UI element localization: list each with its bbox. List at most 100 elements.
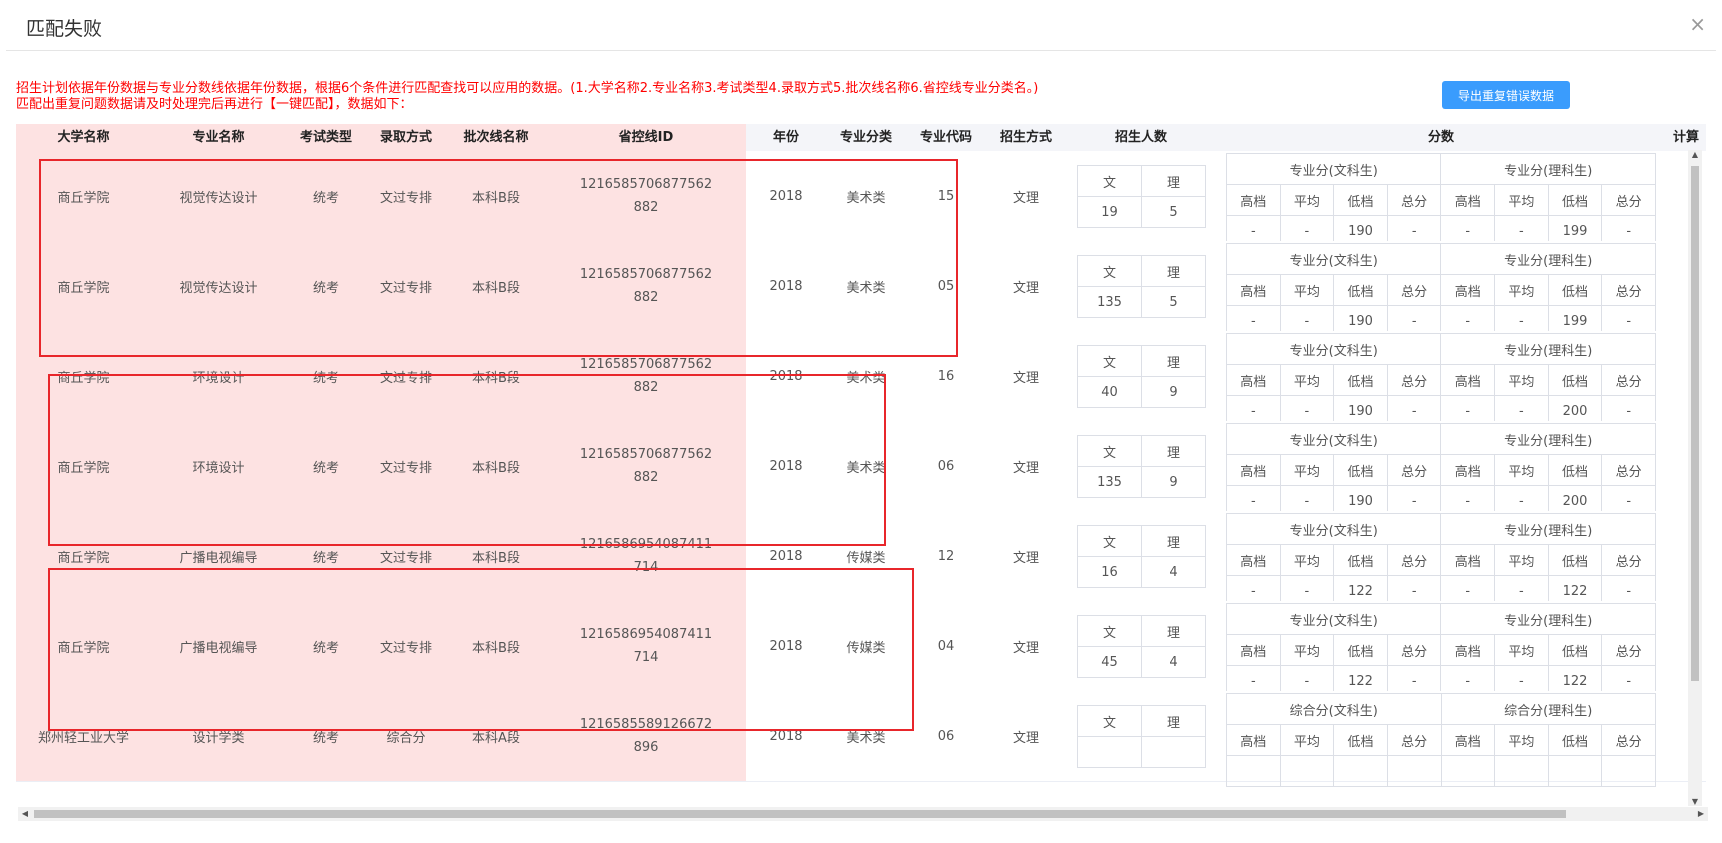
cell-line-id: 1216586954087411714 (579, 627, 713, 665)
cell-exam-type: 统考 (312, 460, 339, 476)
score-level-label: 平均 (1279, 724, 1335, 756)
col-calc[interactable]: 计算 (1666, 124, 1706, 151)
cell-category: 美术类 (846, 370, 886, 386)
score-level-label: 总分 (1601, 724, 1656, 756)
scroll-left-icon[interactable]: ◀ (18, 807, 32, 821)
col-university[interactable]: 大学名称 (16, 124, 151, 151)
score-level-label: 高档 (1440, 274, 1496, 306)
horizontal-scrollbar[interactable]: ◀ ▶ (18, 807, 1708, 821)
enroll-arts-value: 19 (1076, 196, 1143, 228)
horizontal-scroll-thumb[interactable] (34, 810, 1566, 818)
score-level-label: 平均 (1494, 724, 1549, 756)
col-exam-type[interactable]: 考试类型 (286, 124, 366, 151)
cell-major: 视觉传达设计 (179, 280, 258, 296)
cell-admission: 文过专排 (379, 550, 432, 566)
score-level-label: 总分 (1386, 454, 1442, 486)
cell-major: 环境设计 (192, 370, 245, 386)
table-row[interactable]: 商丘学院 视觉传达设计 统考 文过专排 本科B段 1216585706877562882 2… (16, 241, 1706, 337)
table-row[interactable]: 商丘学院 环境设计 统考 文过专排 本科B段 1216585706877562882 201… (16, 331, 1706, 427)
score-level-label: 低档 (1547, 724, 1603, 756)
col-enroll[interactable]: 招生人数 (1066, 124, 1216, 151)
vertical-scrollbar[interactable]: ▲ ▼ (1688, 150, 1702, 806)
score-level-label: 高档 (1440, 724, 1496, 756)
cell-category: 美术类 (846, 190, 886, 206)
score-arts-value (1386, 755, 1442, 787)
score-science-value (1440, 755, 1496, 787)
cell-university: 郑州轻工业大学 (37, 730, 129, 746)
cell-batch: 本科A段 (472, 730, 520, 746)
enroll-count-table: 文理 19 5 (1076, 165, 1206, 228)
cell-code: 12 (937, 548, 955, 564)
score-level-label: 高档 (1226, 724, 1281, 756)
scroll-up-icon[interactable]: ▲ (1688, 150, 1702, 159)
score-level-label: 总分 (1386, 184, 1442, 216)
score-arts-title: 专业分(文科生) (1225, 423, 1442, 455)
col-year[interactable]: 年份 (746, 124, 826, 151)
col-admission[interactable]: 录取方式 (366, 124, 446, 151)
cell-category: 美术类 (846, 460, 886, 476)
score-level-label: 高档 (1440, 634, 1496, 666)
score-science-value (1494, 755, 1549, 787)
cell-code: 05 (937, 278, 955, 294)
col-score[interactable]: 分数 (1216, 124, 1666, 151)
score-level-label: 平均 (1279, 184, 1335, 216)
table-row[interactable]: 商丘学院 广播电视编导 统考 文过专排 本科B段 1216586954087411714 2… (16, 601, 1706, 697)
score-level-label: 高档 (1440, 454, 1496, 486)
enroll-science-label: 理 (1141, 435, 1206, 467)
col-category[interactable]: 专业分类 (826, 124, 906, 151)
table-row[interactable]: 商丘学院 视觉传达设计 统考 文过专排 本科B段 1216585706877562882 2… (16, 151, 1706, 247)
enroll-science-value: 5 (1141, 196, 1206, 228)
cell-major: 广播电视编导 (179, 550, 258, 566)
col-code[interactable]: 专业代码 (906, 124, 986, 151)
cell-admission: 文过专排 (379, 460, 432, 476)
close-icon[interactable]: × (1689, 12, 1706, 36)
cell-year: 2018 (769, 548, 803, 564)
cell-admission: 文过专排 (379, 640, 432, 656)
cell-method: 文理 (1012, 370, 1039, 386)
cell-code: 16 (937, 368, 955, 384)
cell-university: 商丘学院 (57, 640, 110, 656)
score-level-label: 总分 (1386, 274, 1442, 306)
cell-admission: 综合分 (386, 730, 426, 746)
score-level-label: 低档 (1333, 724, 1388, 756)
enroll-arts-value: 135 (1076, 286, 1143, 318)
score-level-label: 总分 (1601, 184, 1656, 216)
col-batch[interactable]: 批次线名称 (446, 124, 546, 151)
cell-exam-type: 统考 (312, 280, 339, 296)
enroll-arts-value: 45 (1076, 646, 1143, 678)
col-method[interactable]: 招生方式 (986, 124, 1066, 151)
score-arts-title: 专业分(文科生) (1225, 513, 1442, 545)
title-divider (6, 50, 1716, 51)
cell-line-id: 1216585706877562882 (579, 267, 713, 305)
score-level-label: 低档 (1333, 544, 1388, 576)
score-level-label: 低档 (1547, 454, 1603, 486)
table-row[interactable]: 郑州轻工业大学 设计学类 统考 综合分 本科A段 1216585589126672896 2… (16, 691, 1706, 787)
cell-university: 商丘学院 (57, 460, 110, 476)
export-duplicate-errors-button[interactable]: 导出重复错误数据 (1442, 81, 1570, 109)
score-level-label: 总分 (1386, 634, 1442, 666)
score-science-title: 专业分(理科生) (1440, 153, 1656, 185)
cell-batch: 本科B段 (472, 190, 520, 206)
col-major[interactable]: 专业名称 (151, 124, 286, 151)
score-level-label: 低档 (1547, 634, 1603, 666)
score-level-label: 平均 (1494, 274, 1549, 306)
scroll-down-icon[interactable]: ▼ (1688, 797, 1702, 806)
cell-batch: 本科B段 (472, 640, 520, 656)
col-line-id[interactable]: 省控线ID (546, 124, 746, 151)
cell-admission: 文过专排 (379, 190, 432, 206)
cell-category: 传媒类 (846, 640, 886, 656)
score-table: 专业分(文科生) 专业分(理科生) 高档 平均 低档 总分 高档 平均 低档 总分 - -190- - -… (1225, 153, 1656, 247)
scroll-right-icon[interactable]: ▶ (1694, 807, 1708, 821)
cell-exam-type: 统考 (312, 190, 339, 206)
enroll-science-value: 4 (1141, 646, 1206, 678)
score-level-label: 平均 (1279, 274, 1335, 306)
score-table: 专业分(文科生) 专业分(理科生) 高档 平均 低档 总分 高档 平均 低档 总分 - -122- - -… (1225, 513, 1656, 607)
score-arts-title: 专业分(文科生) (1225, 153, 1442, 185)
cell-admission: 文过专排 (379, 280, 432, 296)
enroll-count-table: 文理 45 4 (1076, 615, 1206, 678)
vertical-scroll-thumb[interactable] (1691, 166, 1699, 681)
table-row[interactable]: 商丘学院 广播电视编导 统考 文过专排 本科B段 1216586954087411714 2… (16, 511, 1706, 607)
table-row[interactable]: 商丘学院 环境设计 统考 文过专排 本科B段 1216585706877562882 201… (16, 421, 1706, 517)
cell-category: 美术类 (846, 730, 886, 746)
score-level-label: 低档 (1333, 184, 1388, 216)
